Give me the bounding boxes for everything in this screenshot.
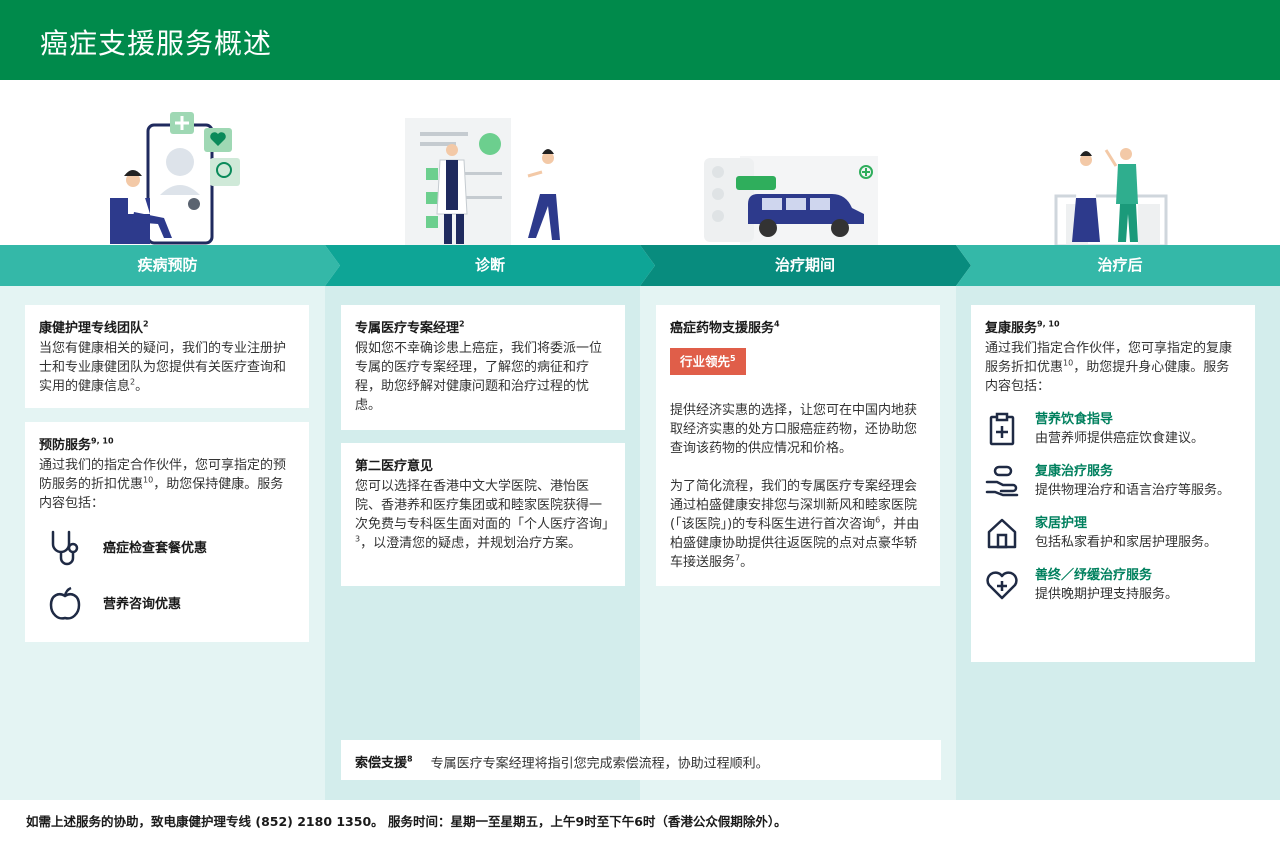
page-title: 癌症支援服务概述	[40, 27, 273, 60]
hotline-team-body: 当您有健康相关的疑问，我们的专业注册护士和专业康健团队为您提供有关医疗查询和实用…	[39, 341, 287, 394]
service-label: 营养咨询优惠	[103, 596, 182, 612]
treatment-illustration	[700, 100, 880, 246]
rehab-item-nutrition: 营养饮食指导 由营养师提供癌症饮食建议。	[985, 410, 1241, 448]
rehab-item-desc: 提供晚期护理支持服务。	[1035, 587, 1179, 602]
hotline-team-title: 康健护理专线团队2	[39, 319, 149, 336]
preventive-services-body: 通过我们的指定合作伙伴，您可享指定的预防服务的折扣优惠10，助您保持健康。服务内…	[39, 458, 287, 511]
prevention-illustration	[100, 100, 260, 246]
rehab-item-home-care: 家居护理 包括私家看护和家居护理服务。	[985, 514, 1241, 552]
rehab-item-title: 家居护理	[1035, 516, 1088, 531]
drug-support-para-2: 为了简化流程，我们的专属医疗专案经理会通过柏盛健康安排您与深圳新风和睦家医院(「…	[670, 479, 920, 570]
rehab-item-title: 营养饮食指导	[1035, 412, 1114, 427]
rehab-services-body: 通过我们指定合作伙伴，您可享指定的复康服务折扣优惠10，助您提升身心健康。服务内…	[985, 341, 1233, 394]
diagnosis-illustration	[400, 100, 570, 246]
second-opinion-body: 您可以选择在香港中文大学医院、港怡医院、香港养和医疗集团或和睦家医院获得一次免费…	[355, 479, 616, 551]
case-manager-body: 假如您不幸确诊患上癌症，我们将委派一位专属的医疗专案经理，了解您的病征和疗程，助…	[355, 341, 603, 413]
preventive-services-title: 预防服务9, 10	[39, 436, 114, 453]
footer-contact: 如需上述服务的协助，致电康健护理专线 (852) 2180 1350。 服务时间…	[0, 800, 1280, 847]
drug-support-title: 癌症药物支援服务4	[670, 319, 780, 336]
drug-support-card: 癌症药物支援服务4 行业领先5 提供经济实惠的选择，让您可在中国内地获取经济实惠…	[656, 305, 940, 586]
stage-label-after: 治疗后	[1097, 256, 1143, 274]
home-icon	[987, 518, 1017, 549]
rehab-services-card: 复康服务9, 10 通过我们指定合作伙伴，您可享指定的复康服务折扣优惠10，助您…	[971, 305, 1255, 662]
claims-support-title: 索偿支援8	[355, 755, 413, 772]
service-cancer-screening: 癌症检查套餐优惠	[45, 520, 207, 576]
industry-leading-badge: 行业领先5	[670, 348, 746, 375]
rehab-item-title: 善终／纾缓治疗服务	[1035, 568, 1153, 583]
claims-support-strip: 索偿支援8 专属医疗专案经理将指引您完成索偿流程，协助过程顺利。	[341, 740, 941, 780]
stage-label-diagnosis: 诊断	[474, 256, 505, 274]
second-opinion-title: 第二医疗意见	[355, 459, 434, 474]
page-header: 癌症支援服务概述	[0, 0, 1280, 80]
rehab-item-desc: 提供物理治疗和语言治疗等服务。	[1035, 483, 1231, 498]
after-treatment-illustration	[1050, 100, 1180, 248]
drug-support-para-1: 提供经济实惠的选择，让您可在中国内地获取经济实惠的处方口服癌症药物，还协助您查询…	[670, 403, 918, 456]
case-manager-card: 专属医疗专案经理2 假如您不幸确诊患上癌症，我们将委派一位专属的医疗专案经理，了…	[341, 305, 625, 430]
rehab-services-title: 复康服务9, 10	[985, 319, 1060, 336]
service-label: 癌症检查套餐优惠	[103, 540, 208, 556]
hotline-team-card: 康健护理专线团队2 当您有健康相关的疑问，我们的专业注册护士和专业康健团队为您提…	[25, 305, 309, 408]
heart-plus-icon	[986, 571, 1018, 600]
rehab-item-desc: 包括私家看护和家居护理服务。	[1035, 535, 1218, 550]
apple-icon	[49, 586, 81, 620]
case-manager-title: 专属医疗专案经理2	[355, 319, 465, 336]
preventive-services-card: 预防服务9, 10 通过我们的指定合作伙伴，您可享指定的预防服务的折扣优惠10，…	[25, 422, 309, 642]
claims-support-body: 专属医疗专案经理将指引您完成索偿流程，协助过程顺利。	[430, 756, 769, 772]
stage-label-treatment: 治疗期间	[774, 256, 835, 274]
second-opinion-card: 第二医疗意见 您可以选择在香港中文大学医院、港怡医院、香港养和医疗集团或和睦家医…	[341, 443, 625, 586]
rehab-item-desc: 由营养师提供癌症饮食建议。	[1035, 431, 1205, 446]
rehab-item-therapy: 复康治疗服务 提供物理治疗和语言治疗等服务。	[985, 462, 1241, 500]
service-nutrition-consult: 营养咨询优惠	[45, 576, 207, 632]
clipboard-icon	[989, 412, 1015, 446]
rehab-item-title: 复康治疗服务	[1035, 464, 1114, 479]
stage-label-prevention: 疾病预防	[137, 256, 198, 274]
rehab-hand-icon	[985, 465, 1019, 497]
rehab-item-palliative: 善终／纾缓治疗服务 提供晚期护理支持服务。	[985, 566, 1241, 604]
stethoscope-icon	[51, 530, 79, 566]
